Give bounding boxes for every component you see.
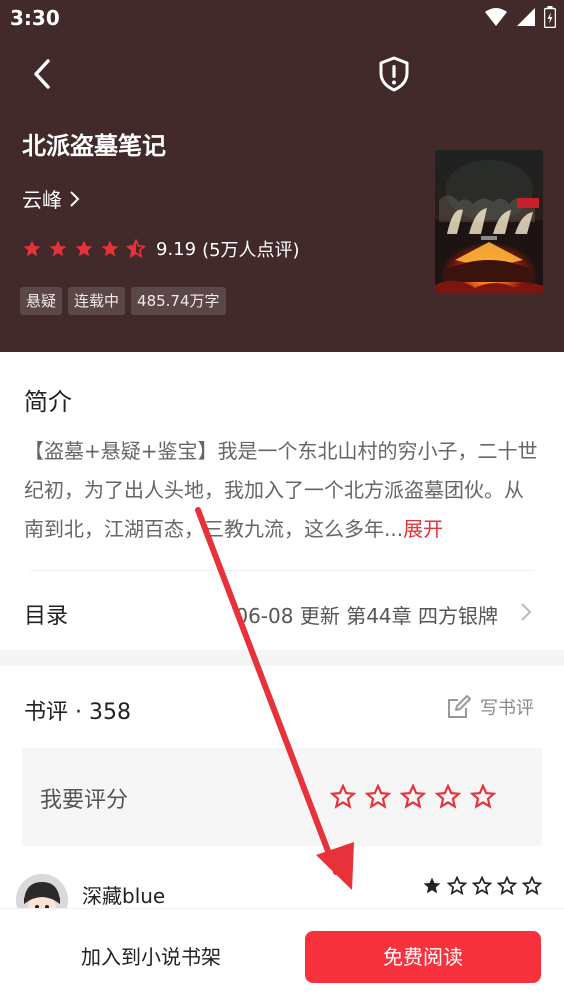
wifi-icon [485,8,507,26]
rate-label: 我要评分 [40,788,129,813]
star-icon [75,240,93,257]
toc-label: 目录 [24,604,69,629]
star-outline-icon [522,876,542,896]
book-header: 3:30 北派盗墓笔记 云峰 9.19 (5万人点评) 悬疑 连载中 485.7… [0,0,564,352]
star-outline-icon[interactable] [400,784,426,810]
report-button[interactable] [374,54,414,94]
review-title: 书评 · 358 [24,700,131,725]
status-icons [484,6,556,28]
author-link[interactable]: 云峰 [22,184,80,213]
edit-icon [448,695,471,718]
tag-list: 悬疑 连载中 485.74万字 [20,287,226,315]
star-icon [101,240,119,257]
rating-stars [22,239,146,259]
intro-title: 简介 [24,388,72,416]
intro-text: 【盗墓+悬疑+鉴宝】我是一个东北山村的穷小子，二十世纪初，为了出人头地，我加入了… [24,432,540,549]
book-cover[interactable] [435,150,543,293]
star-outline-icon[interactable] [330,784,356,810]
star-outline-icon[interactable] [365,784,391,810]
tag-genre[interactable]: 悬疑 [20,287,63,315]
tag-status: 连载中 [68,287,126,315]
rating-score: 9.19 [156,238,197,260]
star-icon [423,877,441,894]
reviewer-name: 深藏blue [82,884,166,908]
battery-icon [544,6,556,28]
rate-box: 我要评分 [22,748,542,846]
book-title: 北派盗墓笔记 [22,132,166,160]
signal-icon [517,8,535,26]
section-gap [0,650,564,666]
star-icon [23,240,41,257]
chevron-right-icon [70,190,80,207]
star-outline-icon [447,876,467,896]
rate-stars[interactable] [330,784,496,810]
back-button[interactable] [26,56,60,92]
star-outline-icon[interactable] [470,784,496,810]
star-icon [49,240,67,257]
add-to-shelf-button[interactable]: 加入到小说书架 [40,931,262,983]
status-time: 3:30 [10,6,60,30]
cover-image [435,150,543,293]
rating-count: (5万人点评) [202,240,300,261]
chevron-right-icon [521,603,532,621]
toc-latest-chapter: 06-08 更新 第44章 四方银牌 [235,604,498,628]
expand-link[interactable]: 展开 [403,517,443,541]
rating-row: 9.19 (5万人点评) [22,236,300,262]
write-review-button[interactable]: 写书评 [446,694,534,720]
star-outline-icon[interactable] [435,784,461,810]
intro-body: 【盗墓+悬疑+鉴宝】我是一个东北山村的穷小子，二十世纪初，为了出人头地，我加入了… [24,439,538,541]
bottom-bar: 加入到小说书架 免费阅读 [0,908,564,1004]
toc-row[interactable]: 目录 06-08 更新 第44章 四方银牌 [0,580,564,644]
divider [30,570,534,571]
star-half-icon [126,239,146,259]
star-outline-icon [497,876,517,896]
tag-wordcount: 485.74万字 [131,287,226,315]
author-name: 云峰 [22,188,62,212]
review-stars [422,876,542,896]
status-bar: 3:30 [0,0,564,40]
shield-icon [379,56,409,92]
back-arrow-icon [34,59,50,89]
write-review-label: 写书评 [480,698,534,719]
free-read-button[interactable]: 免费阅读 [305,931,541,983]
star-outline-icon [472,876,492,896]
